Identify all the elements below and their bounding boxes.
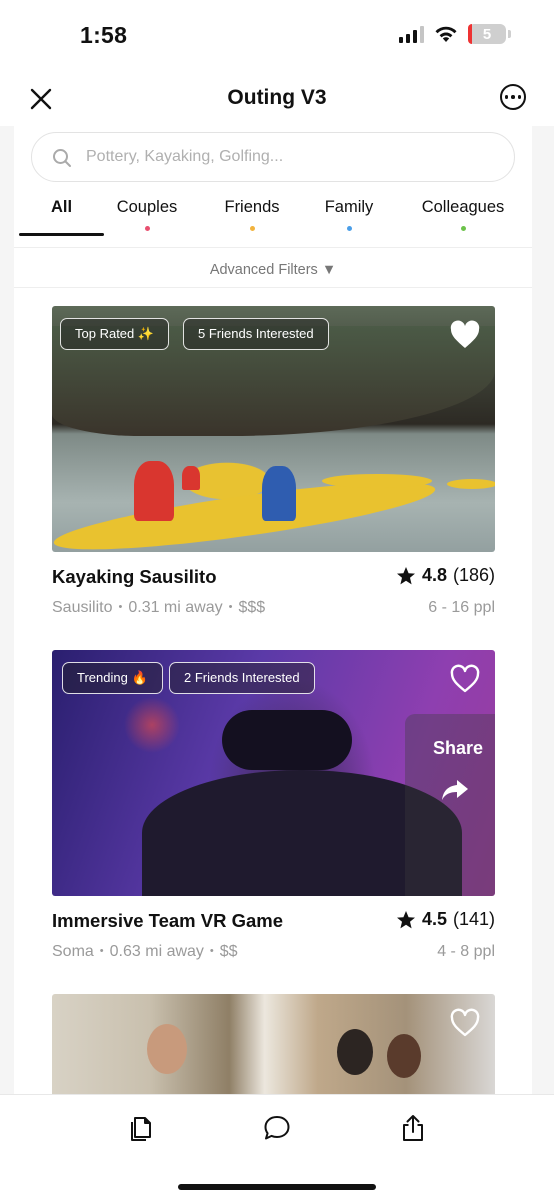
tab-dot [460,226,466,231]
tab-dot [144,226,150,231]
heart-icon[interactable] [449,1008,481,1038]
rating-value: 4.8 [421,565,447,585]
tab-dot [346,226,352,231]
rating: 4.8 (186) [396,565,495,586]
activity-price: $$ [219,943,238,960]
home-indicator [178,1184,376,1190]
tab-friends[interactable]: Friends [214,198,290,231]
badge: Top Rated ✨ [60,318,170,350]
activity-photo [52,994,495,1094]
advanced-filters-button[interactable]: Advanced Filters ▼ [14,262,532,278]
activity-photo: Top Rated ✨ 5 Friends Interested [52,306,495,552]
heart-icon[interactable] [449,320,481,350]
tab-colleagues[interactable]: Colleagues [414,198,512,231]
chat-bubble-icon[interactable] [262,1113,292,1143]
review-count: (186) [452,565,495,585]
status-bar: 1:58 5 [0,0,554,70]
tab-couples[interactable]: Couples [106,198,188,231]
more-options-icon[interactable] [500,84,526,110]
activity-meta: Sausilito • 0.31 mi away • $$$ [52,599,266,616]
tab-label: Friends [224,198,280,216]
review-count: (141) [452,909,495,929]
activity-card[interactable]: Trending 🔥 2 Friends Interested Share Im… [52,650,495,970]
badge: Trending 🔥 [62,662,163,694]
tab-label: All [50,198,73,216]
heart-icon[interactable] [449,664,481,694]
activity-distance: 0.31 mi away [128,599,223,616]
rating-value: 4.5 [421,909,447,929]
activity-card[interactable]: Top Rated ✨ 5 Friends Interested Kayakin… [52,306,495,626]
main-content: All Couples Friends Family Colleagues Ad… [14,126,532,1094]
group-size: 4 - 8 ppl [437,943,495,960]
bottom-toolbar [0,1094,554,1200]
tab-dot [249,226,255,231]
activity-title: Kayaking Sausilito [52,566,217,587]
activity-location: Soma [52,943,94,960]
page-title: Outing V3 [227,86,327,109]
share-arrow-icon[interactable] [441,778,469,802]
search-input[interactable] [86,133,486,181]
copy-icon[interactable] [126,1113,156,1143]
share-upload-icon[interactable] [398,1113,428,1143]
activity-meta: Soma • 0.63 mi away • $$ [52,943,238,960]
tab-label: Couples [116,198,178,216]
badge: 5 Friends Interested [183,318,329,350]
status-icons: 5 [399,24,511,44]
activity-price: $$$ [238,599,266,616]
tab-family[interactable]: Family [314,198,384,231]
status-time: 1:58 [80,22,128,48]
wifi-icon [435,26,457,42]
tab-label: Family [324,198,374,216]
search-icon [53,149,71,167]
activity-photo: Trending 🔥 2 Friends Interested Share [52,650,495,896]
star-icon [396,566,415,584]
tab-label: Colleagues [421,198,505,216]
share-label[interactable]: Share [433,738,483,759]
divider [14,287,532,288]
activity-distance: 0.63 mi away [109,943,204,960]
battery-icon: 5 [468,24,511,44]
activity-location: Sausilito [52,599,113,616]
category-tabs: All Couples Friends Family Colleagues [14,188,532,248]
active-tab-indicator [19,233,104,236]
cellular-signal-icon [399,25,424,43]
activity-card[interactable] [52,994,495,1094]
star-icon [396,910,415,928]
battery-level: 5 [482,25,492,43]
badge: 2 Friends Interested [169,662,315,694]
rating: 4.5 (141) [396,909,495,930]
tab-all[interactable]: All [19,198,104,236]
header: Outing V3 [0,70,554,126]
search-bar[interactable] [31,132,515,182]
activity-title: Immersive Team VR Game [52,910,284,931]
group-size: 6 - 16 ppl [428,599,495,616]
